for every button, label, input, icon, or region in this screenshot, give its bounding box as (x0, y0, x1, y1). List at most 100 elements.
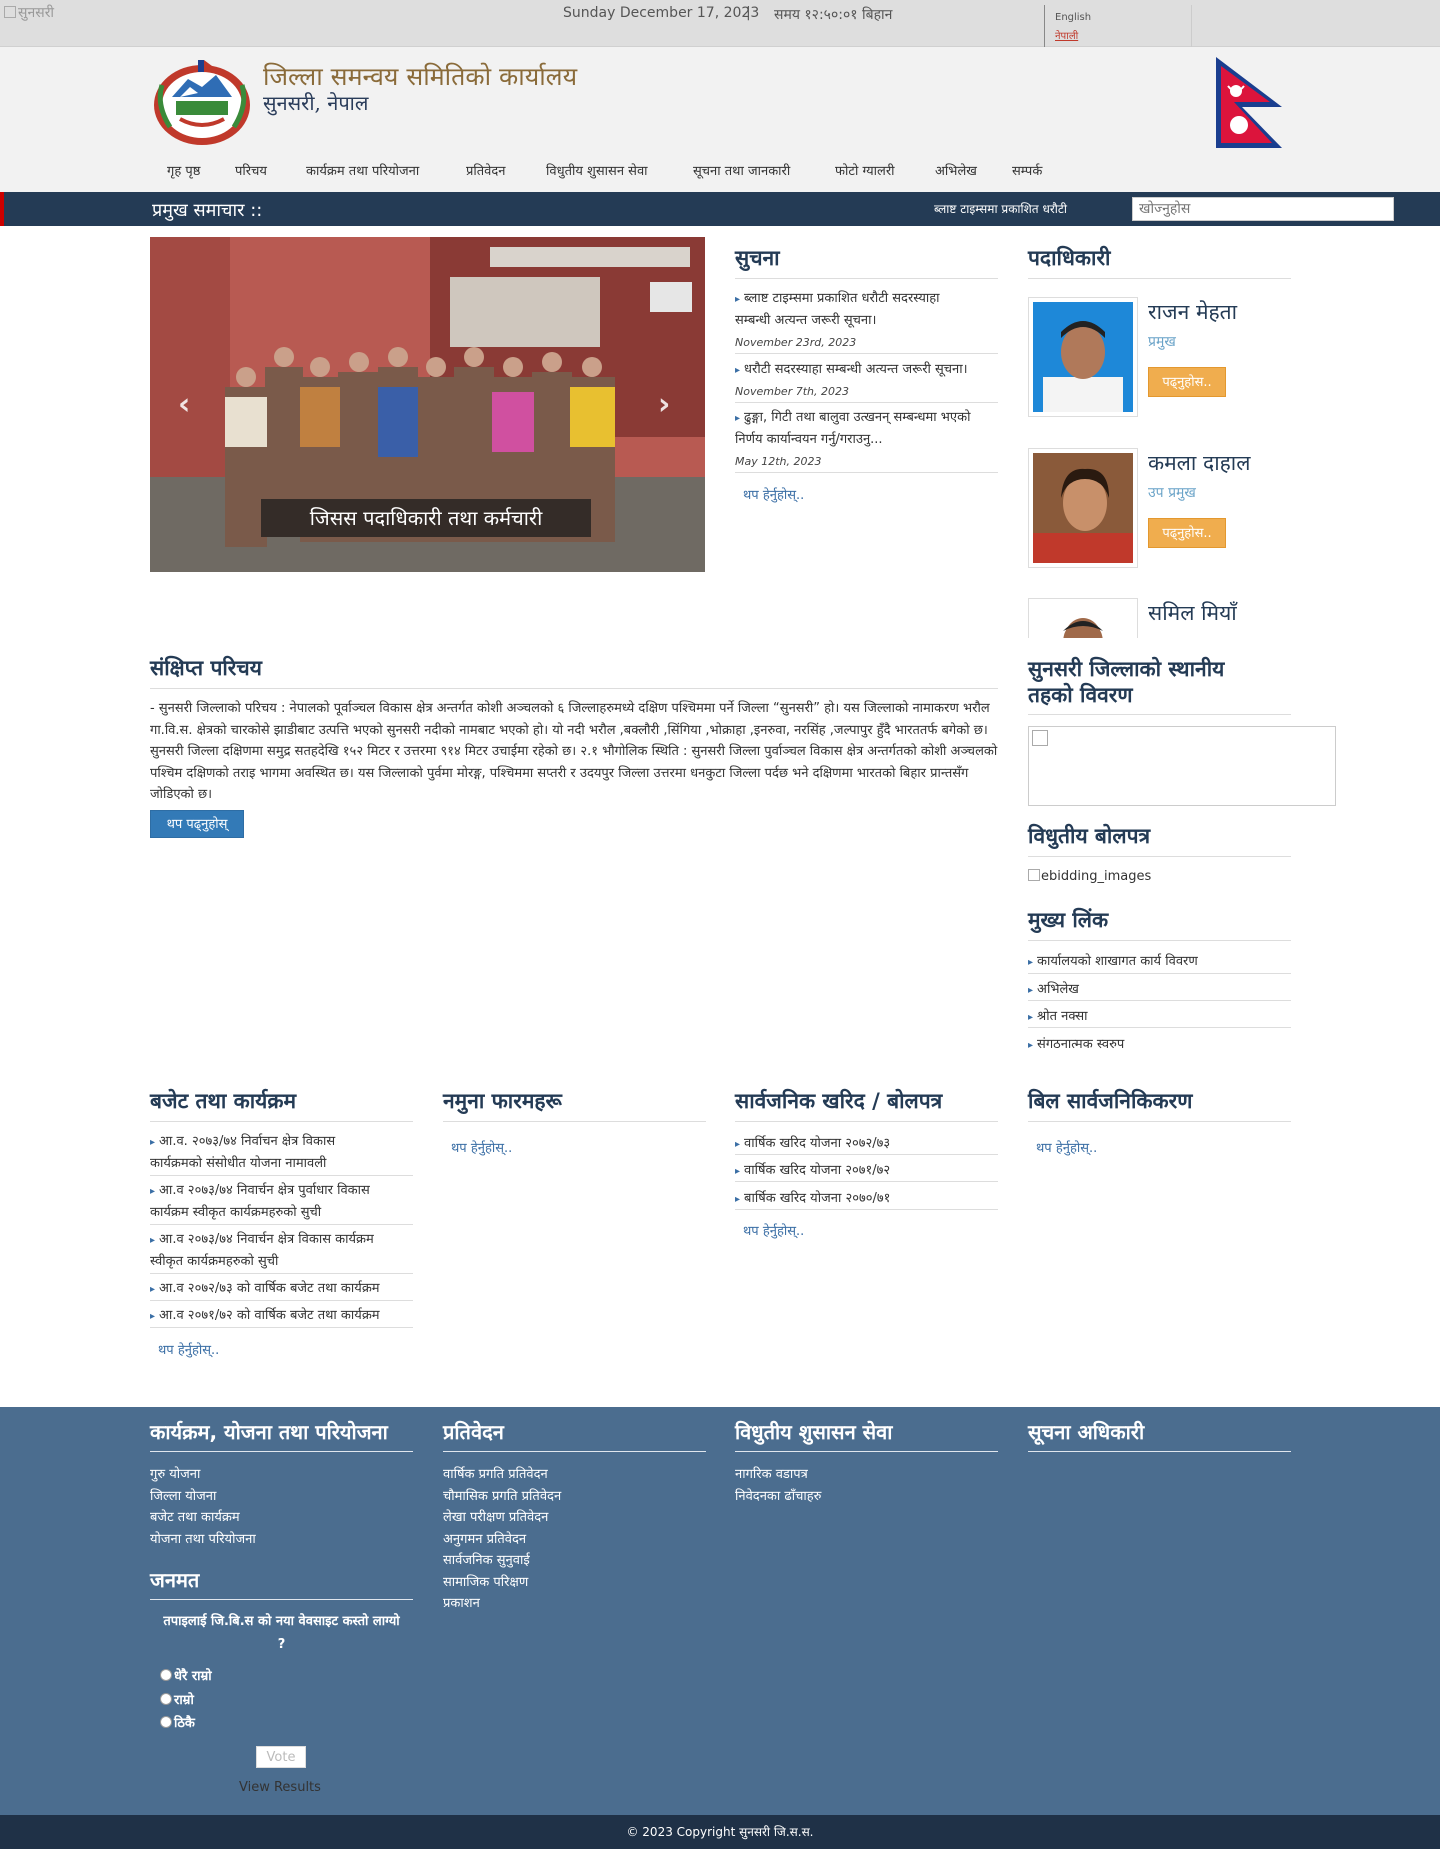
footer-link[interactable]: निवेदनका ढाँचाहरु (735, 1486, 821, 1504)
official-photo (1028, 598, 1138, 638)
top-bar: सुनसरी Sunday December 17, 2023 | समय १२… (0, 0, 1440, 47)
footer-link[interactable]: सामाजिक परिक्षण (443, 1572, 528, 1590)
main-link-item[interactable]: अभिलेख (1028, 979, 1079, 997)
notice-item[interactable]: धरौटी सदरस्याहा सम्बन्धी अत्यन्त जरूरी स… (735, 359, 998, 381)
bills-more-link[interactable]: थप हेर्नुहोस्.. (1036, 1138, 1097, 1156)
footer-link[interactable]: वार्षिक प्रगति प्रतिवेदन (443, 1464, 548, 1482)
footer-link[interactable]: लेखा परीक्षण प्रतिवेदन (443, 1507, 548, 1525)
budget-more-link[interactable]: थप हेर्नुहोस्.. (158, 1340, 219, 1358)
search-input[interactable] (1132, 197, 1394, 221)
local-levels-image[interactable] (1028, 726, 1336, 806)
footer-reports-heading: प्रतिवेदन (443, 1418, 706, 1452)
view-results-link[interactable]: View Results (239, 1780, 321, 1795)
nav-item-archive[interactable]: अभिलेख (935, 157, 977, 183)
notice-date: November 7th, 2023 (735, 385, 849, 398)
poll-option[interactable]: ठिकै (160, 1713, 195, 1731)
local-levels-heading: सुनसरी जिल्लाको स्थानीय तहको विवरण (1028, 656, 1291, 715)
footer-link[interactable]: नागरिक वडापत्र (735, 1464, 808, 1482)
language-switcher: English नेपाली (1044, 5, 1192, 47)
nav-item-about[interactable]: परिचय (235, 157, 267, 183)
news-bar: प्रमुख समाचार :: ब्लाष्ट टाइम्समा प्रकाश… (0, 192, 1440, 226)
radio-button[interactable] (160, 1693, 172, 1705)
vote-button[interactable]: Vote (256, 1746, 306, 1768)
ebidding-heading: विधुतीय बोलपत्र (1028, 822, 1291, 857)
news-ticker[interactable]: ब्लाष्ट टाइम्समा प्रकाशित धरौटी (934, 200, 1100, 217)
lang-nepali-link[interactable]: नेपाली (1055, 27, 1181, 46)
nepal-emblem-logo[interactable] (150, 57, 255, 147)
divider (735, 353, 998, 354)
officials-heading: पदाधिकारी (1028, 244, 1291, 279)
nav-item-programs[interactable]: कार्यक्रम तथा परियोजना (306, 157, 419, 183)
footer-link[interactable]: चौमासिक प्रगति प्रतिवेदन (443, 1486, 561, 1504)
footer-link[interactable]: जिल्ला योजना (150, 1486, 216, 1504)
broken-image-icon (4, 6, 16, 18)
nav-item-reports[interactable]: प्रतिवेदन (466, 157, 506, 183)
radio-button[interactable] (160, 1716, 172, 1728)
broken-image-icon (1028, 869, 1040, 881)
intro-text: - सुनसरी जिल्लाको परिचय : नेपालको पूर्वा… (150, 701, 998, 802)
main-link-item[interactable]: संगठनात्मक स्वरुप (1028, 1034, 1124, 1052)
budget-item[interactable]: आ.व २०७३/७४ निवार्चन क्षेत्र पुर्वाधार व… (150, 1180, 413, 1223)
read-more-button[interactable]: पढ्नुहोस.. (1148, 367, 1226, 397)
nav-item-e-governance[interactable]: विधुतीय शुसासन सेवा (546, 157, 648, 183)
official-role: उप प्रमुख (1148, 485, 1196, 501)
budget-item[interactable]: आ.व २०७१/७२ को वार्षिक बजेट तथा कार्यक्र… (150, 1305, 413, 1327)
broken-logo-image: सुनसरी (4, 3, 54, 22)
budget-heading: बजेट तथा कार्यक्रम (150, 1087, 413, 1122)
forms-more-link[interactable]: थप हेर्नुहोस्.. (451, 1138, 512, 1156)
main-link-item[interactable]: कार्यालयको शाखागत कार्य विवरण (1028, 951, 1198, 969)
budget-item[interactable]: आ.व २०७२/७३ को वार्षिक बजेट तथा कार्यक्र… (150, 1278, 413, 1300)
notices-more-link[interactable]: थप हेर्नुहोस्.. (743, 485, 804, 503)
slider-prev-arrow[interactable]: ‹ (178, 387, 190, 422)
footer-link[interactable]: बजेट तथा कार्यक्रम (150, 1507, 240, 1525)
site-title: जिल्ला समन्वय समितिको कार्यालय (263, 62, 578, 91)
poll-heading: जनमत (150, 1566, 413, 1600)
poll-option[interactable]: धेरै राम्रो (160, 1666, 212, 1684)
read-more-intro-button[interactable]: थप पढ्नुहोस् (150, 810, 244, 838)
procurement-item[interactable]: वार्षिक खरिद योजना २०७१/७२ (735, 1160, 890, 1178)
main-links-heading: मुख्य लिंक (1028, 906, 1291, 941)
nav-item-photo-gallery[interactable]: फोटो ग्यालरी (835, 157, 895, 183)
divider (150, 1327, 413, 1328)
divider (150, 1273, 413, 1274)
divider (1028, 1000, 1291, 1001)
ebidding-image[interactable]: ebidding_images (1028, 869, 1151, 884)
divider (150, 1175, 413, 1176)
poll-question: तपाइलाई जि.बि.स को नया वेवसाइट कस्तो लाग… (163, 1614, 400, 1652)
nav-item-information[interactable]: सूचना तथा जानकारी (693, 157, 790, 183)
procurement-heading: सार्वजनिक खरिद / बोलपत्र (735, 1087, 998, 1122)
footer-link[interactable]: सार्वजनिक सुनुवाई (443, 1550, 530, 1568)
procurement-item[interactable]: बार्षिक खरिद योजना २०७०/७१ (735, 1188, 890, 1206)
procurement-more-link[interactable]: थप हेर्नुहोस्.. (743, 1221, 804, 1239)
nepal-flag-icon (1212, 55, 1292, 150)
poll-option[interactable]: राम्रो (160, 1690, 194, 1708)
main-link-item[interactable]: श्रोत नक्सा (1028, 1006, 1088, 1024)
footer-link[interactable]: गुरु योजना (150, 1464, 200, 1482)
footer-link[interactable]: अनुगमन प्रतिवेदन (443, 1529, 526, 1547)
lang-english-link[interactable]: English (1055, 8, 1181, 27)
divider (735, 1181, 998, 1182)
copyright-bar: © 2023 Copyright सुनसरी जि.स.स. (0, 1815, 1440, 1849)
budget-item[interactable]: आ.व २०७३/७४ निवार्चन क्षेत्र विकास कार्य… (150, 1229, 413, 1272)
notices-heading: सुचना (735, 244, 998, 279)
official-role: प्रमुख (1148, 334, 1176, 350)
budget-item[interactable]: आ.व. २०७३/७४ निर्वाचन क्षेत्र विकासकार्य… (150, 1131, 413, 1174)
read-more-button[interactable]: पढ्नुहोस.. (1148, 518, 1226, 548)
site-subtitle: सुनसरी, नेपाल (263, 91, 369, 115)
radio-button[interactable] (160, 1669, 172, 1681)
nav-item-contact[interactable]: सम्पर्क (1012, 157, 1042, 183)
procurement-item[interactable]: वार्षिक खरिद योजना २०७२/७३ (735, 1133, 890, 1151)
notice-item[interactable]: ढुङ्गा, गिटी तथा बालुवा उत्खनन् सम्बन्धम… (735, 407, 998, 450)
footer-egov-heading: विधुतीय शुसासन सेवा (735, 1418, 998, 1452)
slider-next-arrow[interactable]: › (658, 387, 670, 422)
footer-link[interactable]: योजना तथा परियोजना (150, 1529, 256, 1547)
date-separator: | (746, 5, 751, 21)
footer-link[interactable]: प्रकाशन (443, 1593, 480, 1611)
notice-date: November 23rd, 2023 (735, 336, 857, 349)
nav-item-home[interactable]: गृह पृष्ठ (167, 157, 200, 183)
news-label: प्रमुख समाचार :: (152, 200, 263, 221)
notice-item[interactable]: ब्लाष्ट टाइम्समा प्रकाशित धरौटी सदरस्याह… (735, 288, 998, 331)
broken-image-icon (1032, 730, 1048, 746)
photo-slider[interactable]: ‹ › जिसस पदाधिकारी तथा कर्मचारी (150, 237, 705, 572)
divider (735, 402, 998, 403)
